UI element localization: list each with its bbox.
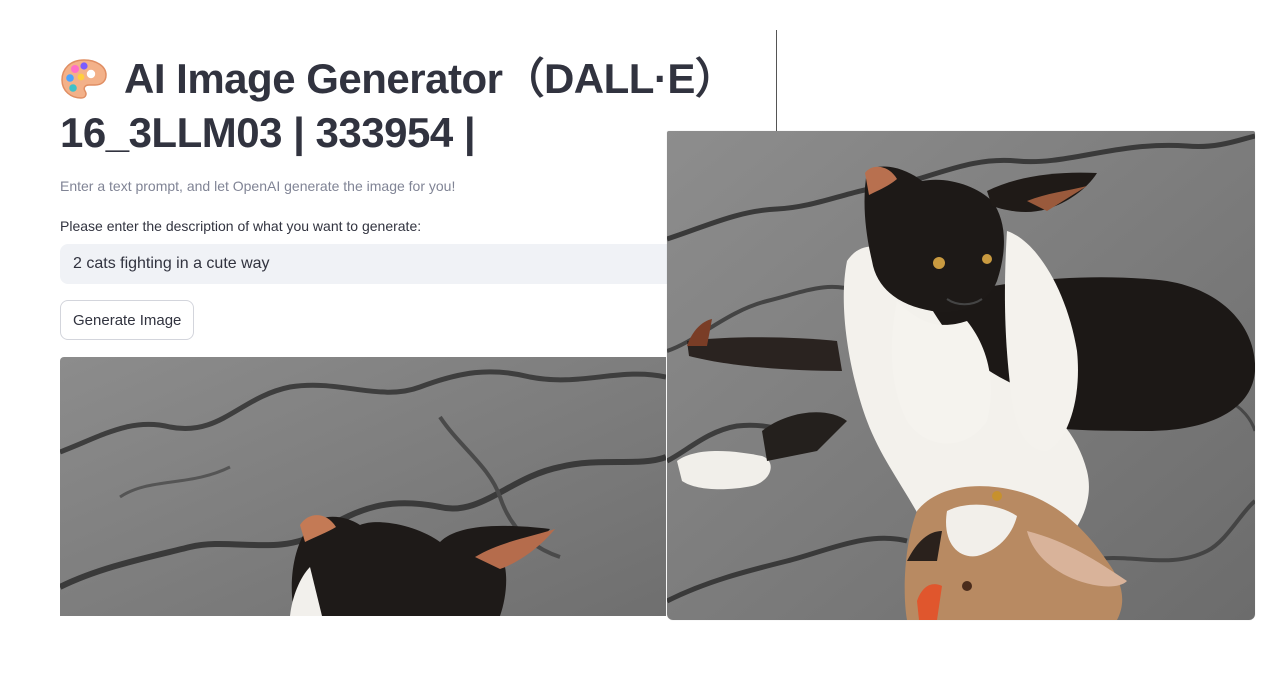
page-title: AI Image Generator（DALL·E） 16_3LLM03 | 3…: [60, 52, 760, 160]
title-line-2: 16_3LLM03 | 333954 |: [60, 109, 476, 156]
divider-line: [776, 30, 777, 132]
caption-text: Enter a text prompt, and let OpenAI gene…: [60, 178, 456, 194]
prompt-input[interactable]: [60, 244, 760, 284]
generated-image-fullscreen: [667, 131, 1255, 620]
streamlit-app: AI Image Generator（DALL·E） 16_3LLM03 | 3…: [0, 0, 1267, 681]
prompt-label: Please enter the description of what you…: [60, 218, 422, 234]
generate-image-button[interactable]: Generate Image: [60, 300, 195, 340]
title-text-line-1: AI Image Generator（DALL·E）: [124, 55, 737, 102]
title-line-1: AI Image Generator（DALL·E）: [60, 52, 760, 106]
generated-image: [60, 357, 666, 616]
artist-palette-icon: [60, 57, 108, 101]
